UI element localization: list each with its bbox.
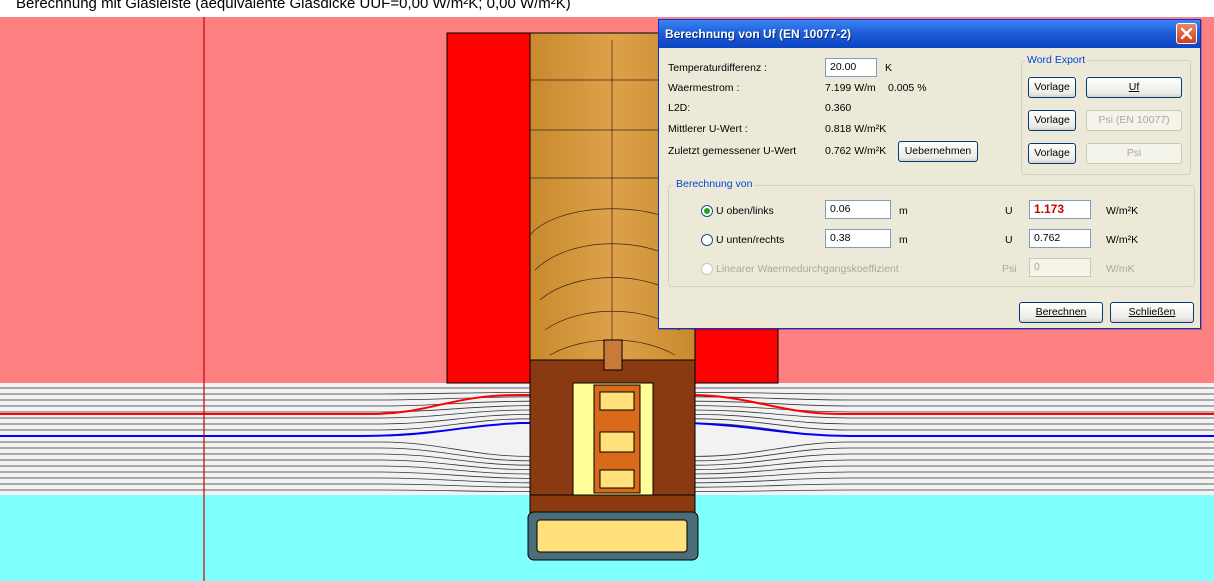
uebernehmen-button-label: Uebernehmen [904,145,972,157]
u-unten-u-value[interactable]: 0.762 [1029,229,1091,248]
linear-psi-radio[interactable] [701,263,713,275]
berechnen-button-label: Berechnen [1035,306,1087,318]
u-unten-length-input[interactable]: 0.38 [825,229,891,248]
uebernehmen-button[interactable]: Uebernehmen [898,141,978,162]
linear-psi-label: Linearer Waermedurchgangskoeffizient [716,263,899,275]
caption-text: Berechnung mit Glasleiste (aequivalente … [16,0,571,12]
export-uf-button[interactable]: Uf [1086,77,1182,98]
schliessen-button[interactable]: Schließen [1110,302,1194,323]
u-oben-length-unit: m [899,205,908,217]
schliessen-button-label: Schließen [1128,306,1176,318]
vorlage-uf-button[interactable]: Vorlage [1028,77,1076,98]
mean-u-label: Mittlerer U-Wert : [668,123,748,135]
last-u-label: Zuletzt gemessener U-Wert [668,145,797,157]
heat-flow-label: Waermestrom : [668,82,740,94]
wall-left [446,32,531,384]
berechnen-button[interactable]: Berechnen [1019,302,1103,323]
frame-top-insert [603,339,623,371]
heat-flow-value: 7.199 W/m [825,82,876,94]
dialog-titlebar[interactable]: Berechnung von Uf (EN 10077-2) [659,20,1200,48]
temperature-difference-input[interactable]: 20.00 [825,58,877,77]
u-oben-u-prefix: U [1005,205,1013,217]
dialog-title: Berechnung von Uf (EN 10077-2) [665,27,852,41]
l2d-label: L2D: [668,102,691,114]
u-oben-length-input[interactable]: 0.06 [825,200,891,219]
l2d-value: 0.360 [825,102,852,114]
u-unten-label: U unten/rechts [716,234,785,246]
word-export-title: Word Export [1025,54,1088,66]
export-psi-en-button[interactable]: Psi (EN 10077) [1086,110,1182,131]
psi-unit: W/mK [1106,263,1135,275]
u-unten-radio[interactable] [701,234,713,246]
uf-calculation-dialog: Berechnung von Uf (EN 10077-2) Temperatu… [658,19,1201,329]
export-psi-button[interactable]: Psi [1086,143,1182,164]
last-u-value: 0.762 W/m²K [825,145,887,157]
u-unten-u-unit: W/m²K [1106,234,1139,246]
close-button[interactable] [1176,23,1197,44]
export-uf-button-label: Uf [1128,81,1140,93]
u-unten-length-unit: m [899,234,908,246]
u-unten-u-prefix: U [1005,234,1013,246]
u-oben-u-value[interactable]: 1.173 [1029,200,1091,219]
caption-strip: Berechnung mit Glasleiste (aequivalente … [0,0,1214,17]
close-icon [1180,27,1193,40]
heat-flow-deviation: 0.005 % [888,82,927,94]
u-oben-radio[interactable] [701,205,713,217]
berechnung-von-title: Berechnung von [674,178,755,190]
temperature-unit: K [885,62,893,74]
mean-u-value: 0.818 W/m²K [825,123,887,135]
psi-prefix: Psi [1002,263,1017,275]
vorlage-psi-en-button[interactable]: Vorlage [1028,110,1076,131]
temperature-difference-label: Temperaturdifferenz : [668,62,768,74]
u-oben-u-unit: W/m²K [1106,205,1139,217]
vorlage-psi-button[interactable]: Vorlage [1028,143,1076,164]
psi-value-input[interactable]: 0 [1029,258,1091,277]
u-oben-label: U oben/links [716,205,774,217]
